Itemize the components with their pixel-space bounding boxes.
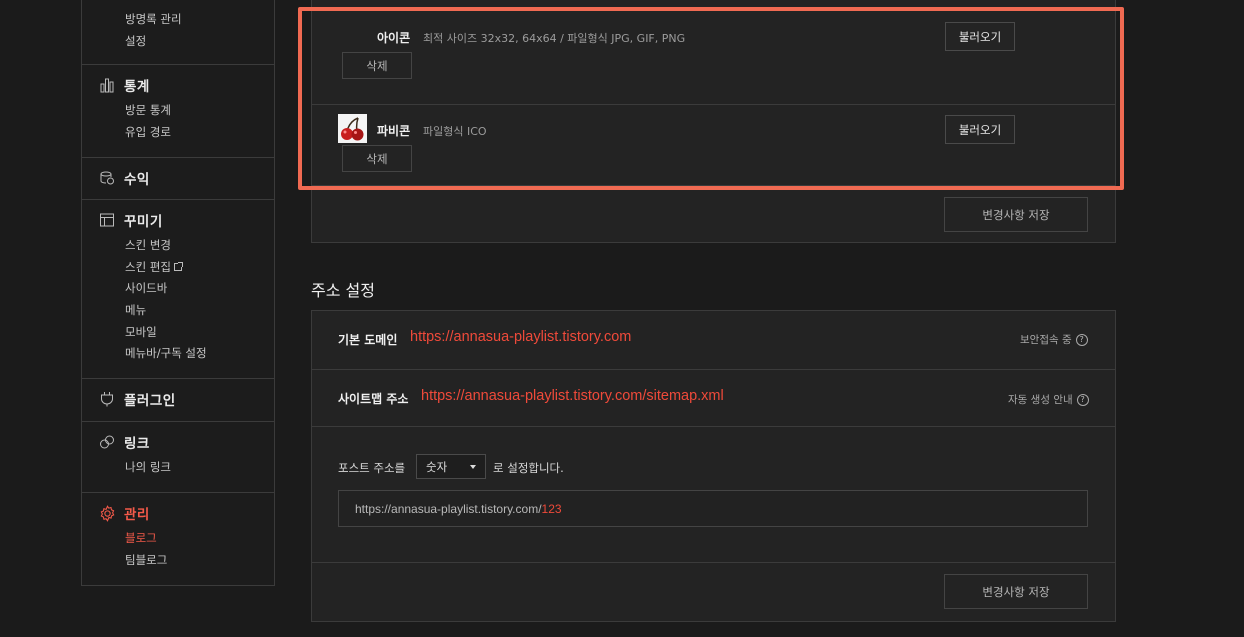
sidebar-item-my-link[interactable]: 나의 링크 [125, 459, 171, 475]
icon-label: 아이콘 [377, 31, 411, 45]
sidebar-head-decorate[interactable]: 꾸미기 [98, 210, 163, 230]
favicon-description: 파일형식 ICO [423, 125, 487, 138]
favicon-delete-button[interactable]: 삭제 [342, 145, 412, 172]
sidebar-head-manage[interactable]: 관리 [98, 503, 150, 523]
favicon-image [338, 114, 367, 143]
external-link-icon [173, 262, 183, 271]
post-address-select-value: 숫자 [426, 459, 448, 474]
post-address-select[interactable]: 숫자 [416, 454, 486, 479]
icon-save-button[interactable]: 변경사항 저장 [944, 197, 1088, 232]
icon-settings-panel: 아이콘 최적 사이즈 32x32, 64x64 / 파일형식 JPG, GIF,… [311, 0, 1116, 243]
address-section-title: 주소 설정 [311, 281, 375, 300]
sidebar-item-visit-stats[interactable]: 방문 통계 [125, 102, 171, 118]
sidebar-item-skin-edit-label: 스킨 편집 [125, 260, 171, 274]
icon-row: 아이콘 최적 사이즈 32x32, 64x64 / 파일형식 JPG, GIF,… [312, 0, 1115, 105]
bar-chart-icon [98, 76, 116, 94]
chevron-down-icon [470, 465, 476, 469]
layout-icon [98, 211, 116, 229]
sidebar-title-decorate: 꾸미기 [124, 214, 163, 230]
domain-url[interactable]: https://annasua-playlist.tistory.com [410, 329, 631, 345]
sidebar-section-plugin: 플러그인 [82, 379, 274, 422]
sidebar-head-plugin[interactable]: 플러그인 [98, 389, 176, 409]
post-address-example: https://annasua-playlist.tistory.com/123 [338, 490, 1088, 527]
sidebar-item-partial[interactable]: ⋯ [125, 0, 137, 6]
sitemap-url[interactable]: https://annasua-playlist.tistory.com/sit… [421, 388, 724, 404]
icon-description: 최적 사이즈 32x32, 64x64 / 파일형식 JPG, GIF, PNG [423, 32, 686, 45]
sitemap-auto-info[interactable]: 자동 생성 안내 ? [1008, 392, 1089, 407]
sidebar-section-guestbook: ⋯ 방명록 관리 설정 [82, 0, 274, 65]
favicon-row: 파비콘 파일형식 ICO 불러오기 삭제 [312, 105, 1115, 185]
sidebar-item-mobile[interactable]: 모바일 [125, 324, 157, 340]
help-icon[interactable]: ? [1075, 333, 1088, 346]
sidebar-head-revenue[interactable]: 수익 [98, 168, 150, 188]
post-address-suffix: 로 설정합니다. [493, 461, 564, 475]
domain-label: 기본 도메인 [338, 333, 398, 347]
help-icon[interactable]: ? [1076, 393, 1089, 406]
secure-connection-text: 보안접속 중 [1020, 334, 1072, 346]
sidebar-item-team-blog[interactable]: 팀블로그 [125, 552, 167, 568]
sidebar-item-menubar[interactable]: 메뉴바/구독 설정 [125, 345, 207, 361]
divider [312, 185, 1115, 186]
icon-delete-button[interactable]: 삭제 [342, 52, 412, 79]
sidebar-section-stats: 통계 방문 통계 유입 경로 [82, 65, 274, 158]
sidebar-title-manage: 관리 [124, 507, 150, 523]
sidebar-title-stats: 통계 [124, 79, 150, 95]
plug-icon [98, 390, 116, 408]
sidebar-title-link: 링크 [124, 436, 150, 452]
favicon-label: 파비콘 [377, 124, 411, 138]
post-address-example-number: 123 [541, 501, 562, 516]
secure-connection-info[interactable]: 보안접속 중 ? [1020, 332, 1088, 347]
gear-icon [98, 504, 116, 522]
sidebar-item-menu[interactable]: 메뉴 [125, 302, 146, 318]
post-address-example-base: https://annasua-playlist.tistory.com/ [355, 501, 542, 516]
post-address-prefix: 포스트 주소를 [338, 461, 406, 475]
favicon-load-button[interactable]: 불러오기 [945, 115, 1015, 144]
sidebar-head-stats[interactable]: 통계 [98, 75, 150, 95]
sidebar-item-blog[interactable]: 블로그 [125, 530, 157, 546]
sidebar-item-referrer[interactable]: 유입 경로 [125, 124, 171, 140]
sitemap-label: 사이트맵 주소 [338, 392, 409, 406]
sidebar-item-settings[interactable]: 설정 [125, 33, 146, 49]
coins-icon [98, 169, 116, 187]
sidebar-section-revenue: 수익 [82, 158, 274, 200]
sidebar-section-link: 링크 나의 링크 [82, 422, 274, 493]
sidebar-section-manage: 관리 블로그 팀블로그 [82, 493, 274, 586]
sitemap-auto-text: 자동 생성 안내 [1008, 394, 1073, 406]
sidebar-item-skin-edit[interactable]: 스킨 편집 [125, 259, 183, 275]
sidebar-section-decorate: 꾸미기 스킨 변경 스킨 편집 사이드바 메뉴 모바일 메뉴바/구독 설정 [82, 200, 274, 379]
sidebar: ⋯ 방명록 관리 설정 통계 방문 통계 유입 경로 수익 꾸미기 [81, 0, 275, 586]
divider [312, 562, 1115, 563]
divider [312, 369, 1115, 370]
sidebar-item-skin-change[interactable]: 스킨 변경 [125, 237, 171, 253]
sidebar-title-revenue: 수익 [124, 172, 150, 188]
sidebar-title-plugin: 플러그인 [124, 393, 176, 409]
sidebar-item-guestbook[interactable]: 방명록 관리 [125, 11, 182, 27]
address-save-button[interactable]: 변경사항 저장 [944, 574, 1088, 609]
sidebar-item-sidebar[interactable]: 사이드바 [125, 280, 167, 296]
icon-load-button[interactable]: 불러오기 [945, 22, 1015, 51]
divider [312, 426, 1115, 427]
sidebar-head-link[interactable]: 링크 [98, 432, 150, 452]
link-icon [98, 433, 116, 451]
